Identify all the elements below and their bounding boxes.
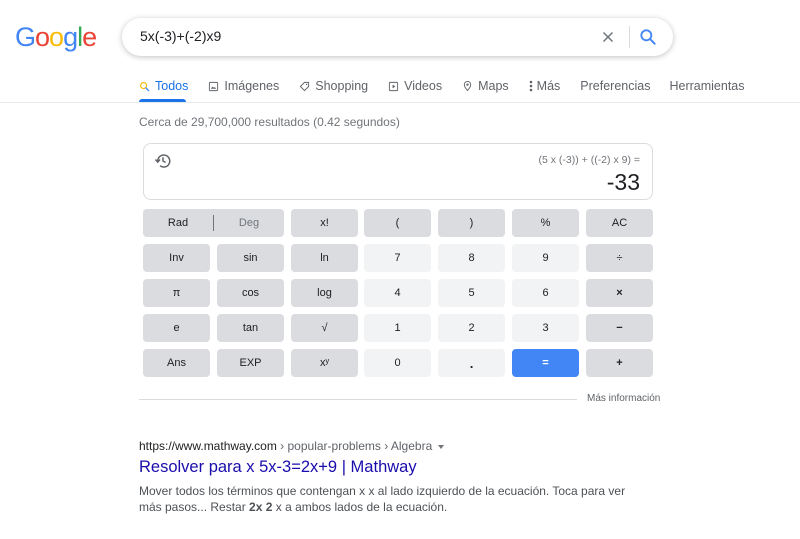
calc-key-0[interactable]: 0 <box>364 349 431 377</box>
calc-key-4[interactable]: 4 <box>364 279 431 307</box>
search-icon[interactable] <box>638 27 658 47</box>
tabs-divider <box>0 102 800 103</box>
calc-key-7[interactable]: 7 <box>364 244 431 272</box>
rad-button[interactable]: Rad <box>143 217 213 229</box>
calculator-display: (5 x (-3)) + ((-2) x 9) = -33 <box>143 143 653 200</box>
tab-label: Preferencias <box>580 79 651 93</box>
calc-key-ln[interactable]: ln <box>291 244 358 272</box>
tag-icon <box>299 81 310 91</box>
calc-key-multiply[interactable]: × <box>586 279 653 307</box>
calculator-expression: (5 x (-3)) + ((-2) x 9) = <box>538 154 640 166</box>
tab-label: Más <box>536 79 561 93</box>
calc-key-exp[interactable]: EXP <box>217 349 284 377</box>
search-input[interactable]: 5x(-3)+(-2)x9 <box>140 28 221 44</box>
calc-key-tan[interactable]: tan <box>217 314 284 342</box>
deg-button[interactable]: Deg <box>214 217 284 229</box>
calc-key-close-paren[interactable]: ) <box>438 209 505 237</box>
logo-letter: o <box>35 22 50 52</box>
calc-key-open-paren[interactable]: ( <box>364 209 431 237</box>
calc-key-cos[interactable]: cos <box>217 279 284 307</box>
calc-key-9[interactable]: 9 <box>512 244 579 272</box>
calc-key-factorial[interactable]: x! <box>291 209 358 237</box>
tab-label: Shopping <box>315 79 369 93</box>
calc-key-divide[interactable]: ÷ <box>586 244 653 272</box>
calc-key-clear[interactable]: AC <box>586 209 653 237</box>
google-logo[interactable]: Google <box>15 22 97 52</box>
result-breadcrumbs: › popular-problems › Algebra <box>276 439 433 453</box>
result-stats: Cerca de 29,700,000 resultados (0.42 seg… <box>139 115 400 129</box>
calc-key-2[interactable]: 2 <box>438 314 505 342</box>
tab-imagenes[interactable]: Imágenes <box>208 78 279 94</box>
tab-label: Herramientas <box>669 79 745 93</box>
tab-label: Imágenes <box>224 79 280 93</box>
search-box[interactable]: 5x(-3)+(-2)x9 <box>122 18 673 56</box>
tab-label: Maps <box>478 79 509 93</box>
tab-label: Videos <box>404 79 443 93</box>
rad-deg-toggle[interactable]: Rad Deg <box>143 209 284 237</box>
logo-letter: e <box>82 22 97 52</box>
calculator-footer-divider <box>139 399 577 400</box>
calc-key-log[interactable]: log <box>291 279 358 307</box>
tab-label: Todos <box>155 79 189 93</box>
calc-key-percent[interactable]: % <box>512 209 579 237</box>
logo-letter: o <box>49 22 64 52</box>
calc-key-minus[interactable]: − <box>586 314 653 342</box>
calc-key-sin[interactable]: sin <box>217 244 284 272</box>
history-icon[interactable] <box>154 152 172 170</box>
result-url[interactable]: https://www.mathway.com › popular-proble… <box>139 439 445 453</box>
calc-key-equals[interactable]: = <box>512 349 579 377</box>
snippet-bold: 2x <box>249 500 263 514</box>
play-icon <box>389 81 399 91</box>
tab-maps[interactable]: Maps <box>462 78 509 94</box>
tab-herramientas[interactable]: Herramientas <box>669 78 744 94</box>
logo-letter: G <box>15 22 36 52</box>
snippet-text: x a ambos lados de la ecuación. <box>272 500 448 514</box>
close-icon[interactable] <box>599 28 617 46</box>
result-title-link[interactable]: Resolver para x 5x-3=2x+9 | Mathway <box>139 458 417 477</box>
more-vert-icon <box>529 80 532 92</box>
chevron-down-icon[interactable] <box>438 444 445 449</box>
search-icon <box>140 81 150 91</box>
more-info-link[interactable]: Más información <box>587 393 660 404</box>
calc-key-8[interactable]: 8 <box>438 244 505 272</box>
calculator-result: -33 <box>606 169 640 195</box>
tab-mas[interactable]: Más <box>529 78 561 94</box>
calc-key-decimal[interactable]: . <box>438 349 505 377</box>
calc-key-3[interactable]: 3 <box>512 314 579 342</box>
calc-key-5[interactable]: 5 <box>438 279 505 307</box>
result-snippet: Mover todos los términos que contengan x… <box>139 483 639 515</box>
pin-icon <box>463 80 472 92</box>
search-divider <box>629 26 630 48</box>
calc-key-pi[interactable]: π <box>143 279 210 307</box>
search-tabs: Todos Imágenes Shopping Videos Maps Más … <box>139 78 745 102</box>
result-domain: https://www.mathway.com <box>139 439 277 453</box>
tab-videos[interactable]: Videos <box>388 78 442 94</box>
calc-key-inv[interactable]: Inv <box>143 244 210 272</box>
image-icon <box>209 81 219 91</box>
calc-key-power[interactable]: xʸ <box>291 349 358 377</box>
calc-key-6[interactable]: 6 <box>512 279 579 307</box>
calc-key-ans[interactable]: Ans <box>143 349 210 377</box>
tab-preferencias[interactable]: Preferencias <box>580 78 650 94</box>
tab-shopping[interactable]: Shopping <box>299 78 368 94</box>
logo-letter: g <box>63 22 78 52</box>
calc-key-e[interactable]: e <box>143 314 210 342</box>
tab-todos[interactable]: Todos <box>139 78 188 94</box>
calc-key-1[interactable]: 1 <box>364 314 431 342</box>
calc-key-plus[interactable]: + <box>586 349 653 377</box>
calc-key-sqrt[interactable]: √ <box>291 314 358 342</box>
